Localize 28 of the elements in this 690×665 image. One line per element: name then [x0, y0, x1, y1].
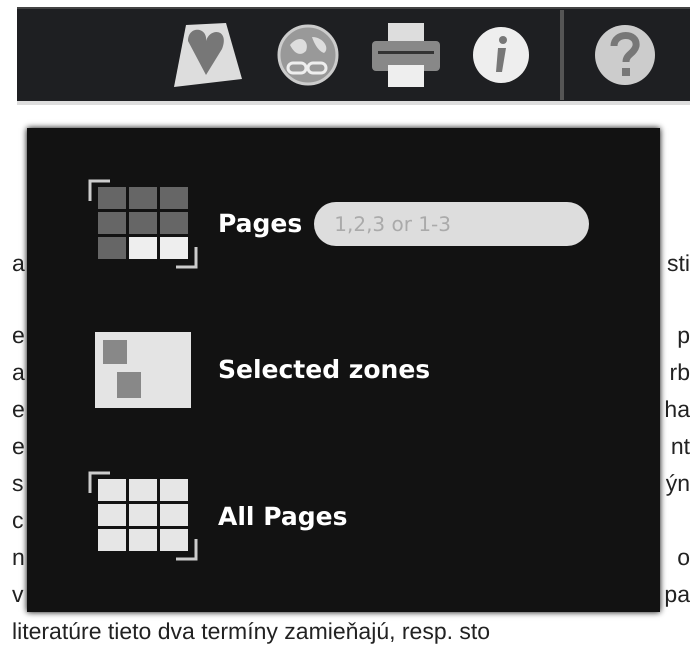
text-fragment: p: [677, 321, 690, 350]
text-fragment: ýn: [666, 469, 690, 498]
text-fragment: sti: [667, 249, 690, 278]
text-fragment: v: [12, 580, 24, 609]
text-fragment: nt: [670, 432, 690, 461]
text-fragment: ha: [664, 395, 690, 424]
printer-icon[interactable]: [370, 21, 442, 89]
text-fragment: e: [12, 432, 25, 461]
text-fragment: s: [12, 469, 24, 498]
option-label[interactable]: Pages: [218, 209, 302, 238]
page-grid-icon: [88, 178, 198, 269]
text-fragment: n: [12, 543, 25, 572]
text-fragment: literatúre tieto dva termíny zamieňajú, resp. sto: [12, 617, 490, 646]
option-label[interactable]: Selected zones: [218, 355, 430, 384]
text-fragment: a: [12, 249, 25, 278]
text-fragment: rb: [670, 358, 690, 387]
text-fragment: e: [12, 321, 25, 350]
text-fragment: e: [12, 395, 25, 424]
info-icon[interactable]: [472, 26, 530, 84]
text-fragment: o: [677, 543, 690, 572]
option-label[interactable]: All Pages: [218, 502, 348, 531]
text-fragment: c: [12, 506, 24, 535]
help-icon[interactable]: [594, 24, 656, 86]
globe-link-icon[interactable]: [276, 23, 340, 87]
text-fragment: a: [12, 358, 25, 387]
text-fragment: pa: [664, 580, 690, 609]
page-grid-icon: [88, 471, 198, 562]
zones-icon: [92, 330, 192, 410]
